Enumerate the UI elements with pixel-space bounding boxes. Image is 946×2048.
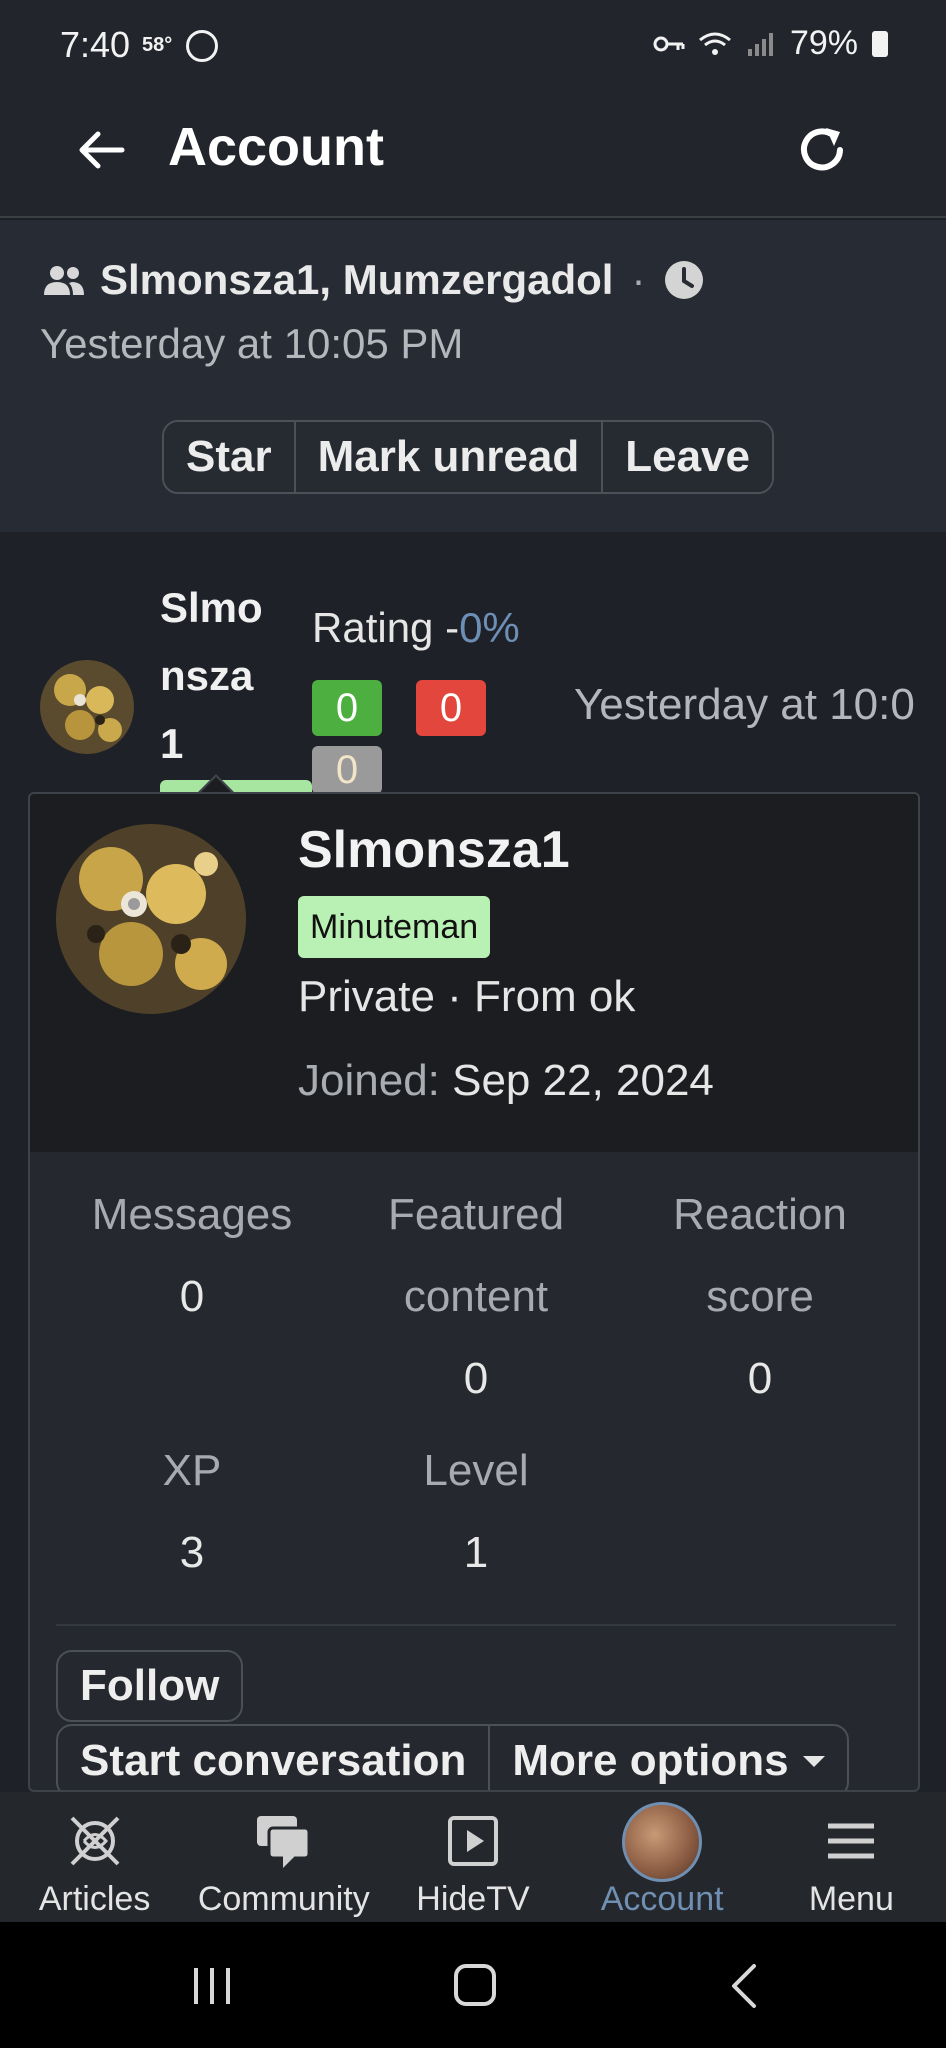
stat-value: 3 — [179, 1528, 205, 1577]
rating: Rating -0% — [312, 604, 520, 652]
start-conversation-button[interactable]: Start conversation — [58, 1726, 491, 1790]
stat-value: 1 — [463, 1528, 489, 1577]
bottom-navigation: Articles Community HideTV Account Menu — [0, 1792, 946, 1922]
notification-app-icon — [186, 30, 218, 62]
positive-rating-badge: 0 — [312, 680, 382, 736]
status-right-group: 79% — [652, 24, 888, 63]
message-username[interactable]: Slmo nsza 1 — [160, 574, 270, 778]
divider — [56, 1624, 896, 1626]
stat-label: Featured — [387, 1190, 565, 1239]
rating-label: Rating - — [312, 604, 460, 651]
chat-bubbles-icon — [256, 1816, 311, 1868]
status-time: 7:40 — [60, 24, 131, 65]
page-title: Account — [168, 117, 384, 177]
status-bar: 7:40 58° 79% — [0, 0, 946, 90]
negative-rating-badge: 0 — [416, 680, 486, 736]
stat-featured-content: Featured content 0 — [334, 1174, 618, 1420]
nav-item-account[interactable]: Account — [568, 1792, 757, 1922]
system-navigation-bar — [0, 1922, 946, 2048]
stat-messages: Messages 0 — [50, 1174, 334, 1338]
follow-button[interactable]: Follow — [56, 1650, 244, 1722]
participants-row: Slmonsza1, Mumzergadol · — [42, 256, 705, 304]
play-icon — [447, 1816, 498, 1866]
neutral-rating-badge: 0 — [312, 746, 382, 794]
stat-label: score — [706, 1272, 814, 1321]
stat-label: Level — [423, 1446, 529, 1495]
stat-label: Reaction — [673, 1190, 847, 1239]
participants-text[interactable]: Slmonsza1, Mumzergadol — [100, 256, 613, 304]
member-meta: Private · From ok — [298, 972, 636, 1021]
stat-label: content — [403, 1272, 549, 1321]
mark-unread-button[interactable]: Mark unread — [295, 422, 604, 492]
back-arrow-icon[interactable] — [72, 120, 132, 180]
nav-item-community[interactable]: Community — [189, 1792, 378, 1922]
conversation-header: Slmonsza1, Mumzergadol · Yesterday at 10… — [0, 220, 946, 532]
member-card-header: Slmonsza1 Minuteman Private · From ok Jo… — [30, 794, 918, 1152]
member-joined: Joined: Sep 22, 2024 — [298, 1056, 714, 1106]
menu-icon — [828, 1823, 875, 1859]
nav-label: HideTV — [416, 1880, 530, 1918]
message-avatar[interactable] — [40, 660, 134, 754]
conversation-date: Yesterday at 10:05 PM — [40, 320, 464, 367]
member-actions: Start conversation More options — [56, 1724, 849, 1790]
wifi-icon — [699, 32, 731, 55]
member-title-badge: Minuteman — [298, 896, 491, 958]
star-button[interactable]: Star — [164, 422, 296, 492]
battery-icon — [872, 30, 888, 57]
back-icon[interactable] — [724, 1962, 764, 2010]
nav-label: Articles — [38, 1880, 151, 1918]
stat-label: XP — [162, 1446, 222, 1495]
username-line: nsza — [160, 652, 254, 699]
stat-reaction-score: Reaction score 0 — [618, 1174, 902, 1420]
conversation-actions: Star Mark unread Leave — [162, 420, 774, 494]
more-options-label: More options — [512, 1736, 789, 1785]
avatar — [622, 1802, 703, 1882]
separator-dot: · — [631, 256, 646, 303]
nav-item-hidetv[interactable]: HideTV — [378, 1792, 567, 1922]
nav-label: Menu — [808, 1880, 894, 1918]
stat-xp: XP 3 — [50, 1430, 334, 1594]
joined-label: Joined: — [298, 1056, 440, 1105]
home-icon[interactable] — [454, 1964, 496, 2006]
vpn-key-icon — [653, 36, 685, 51]
start-conversation-label: Start conversation — [80, 1736, 467, 1785]
message-time: Yesterday at 10:0 — [574, 680, 915, 729]
status-temperature: 58° — [142, 34, 173, 56]
nav-item-menu[interactable]: Menu — [757, 1792, 946, 1922]
more-options-button[interactable]: More options — [490, 1726, 846, 1790]
recent-apps-icon[interactable] — [190, 1966, 234, 2006]
stat-value: 0 — [179, 1272, 205, 1321]
battery-percent: 79% — [789, 24, 858, 62]
chevron-down-icon — [802, 1755, 825, 1767]
member-name[interactable]: Slmonsza1 — [298, 820, 570, 880]
member-tooltip-card: Slmonsza1 Minuteman Private · From ok Jo… — [28, 792, 920, 1792]
clock-icon — [665, 261, 704, 299]
username-line: Slmo — [160, 584, 263, 631]
member-avatar[interactable] — [56, 824, 246, 1014]
nav-label: Account — [600, 1880, 724, 1918]
stat-level: Level 1 — [334, 1430, 618, 1594]
joined-date: Sep 22, 2024 — [439, 1056, 714, 1105]
stat-value: 0 — [463, 1354, 489, 1403]
signal-icon — [747, 32, 773, 56]
refresh-icon[interactable] — [790, 118, 854, 182]
rating-value: 0% — [459, 604, 520, 651]
app-bar: Account — [0, 90, 946, 218]
nav-label: Community — [197, 1880, 370, 1918]
stat-label: Messages — [91, 1190, 293, 1239]
username-line: 1 — [160, 720, 184, 767]
people-icon — [44, 266, 84, 295]
articles-icon — [70, 1816, 120, 1866]
nav-item-articles[interactable]: Articles — [0, 1792, 189, 1922]
stat-value: 0 — [747, 1354, 773, 1403]
leave-button[interactable]: Leave — [603, 422, 772, 492]
